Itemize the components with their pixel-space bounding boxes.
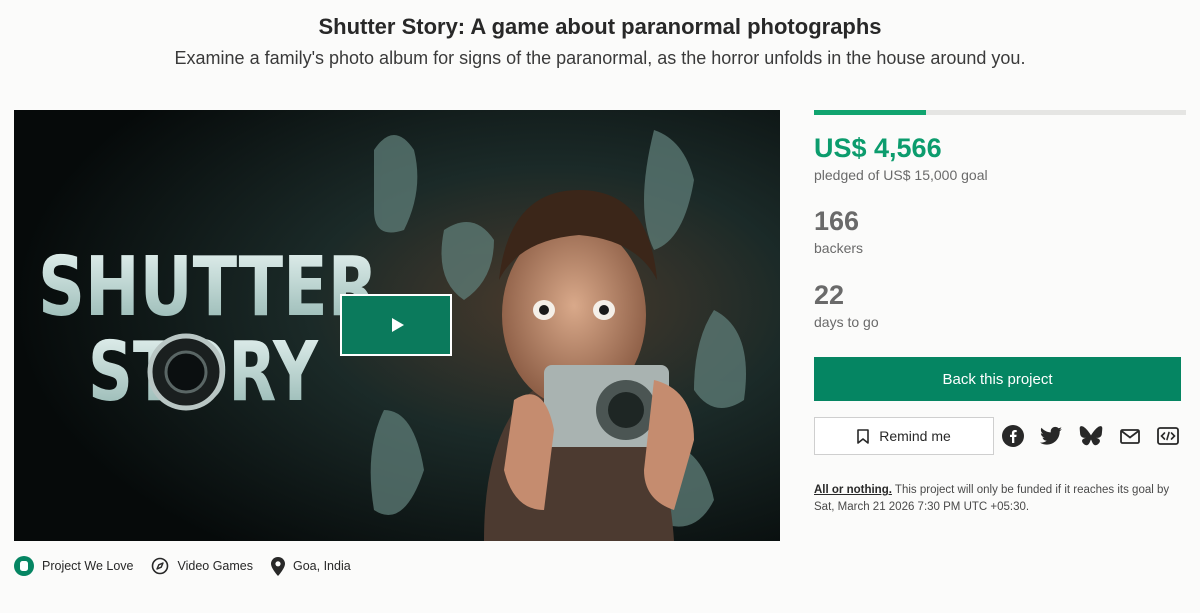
compass-icon [151, 557, 169, 575]
play-button[interactable] [340, 294, 452, 356]
days-to-go-label: days to go [814, 314, 879, 330]
page-subtitle: Examine a family's photo album for signs… [174, 48, 1026, 68]
tag-location[interactable]: Goa, India [271, 556, 351, 576]
backers-label: backers [814, 240, 864, 256]
remind-me-label: Remind me [879, 428, 951, 444]
days-to-go-count: 22 [814, 280, 845, 310]
facebook-icon[interactable] [1001, 424, 1025, 448]
funding-note: All or nothing. This project will only b… [814, 482, 1186, 516]
bookmark-icon [857, 428, 870, 444]
backers-count: 166 [814, 206, 860, 236]
pledged-amount: US$ 4,566 [814, 133, 942, 163]
page-title: Shutter Story: A game about paranormal p… [318, 14, 882, 39]
play-icon [391, 318, 404, 332]
project-tags: Project We Love Video Games Goa, India [14, 556, 369, 576]
back-this-project-button[interactable]: Back this project [814, 357, 1181, 401]
remind-me-button[interactable]: Remind me [814, 417, 994, 455]
tag-label: Video Games [177, 559, 253, 573]
bluesky-icon[interactable] [1079, 424, 1103, 448]
twitter-icon[interactable] [1039, 424, 1063, 448]
embed-icon[interactable] [1156, 424, 1180, 448]
tag-label: Project We Love [42, 559, 134, 573]
funding-progress-bar [814, 110, 1186, 115]
email-icon[interactable] [1118, 424, 1142, 448]
svg-text:SHUTTER: SHUTTER [38, 240, 378, 335]
tag-label: Goa, India [293, 559, 351, 573]
project-video[interactable]: SHUTTER STORY [14, 110, 780, 541]
location-pin-icon [271, 556, 285, 576]
pledged-goal-label: pledged of US$ 15,000 goal [814, 167, 988, 183]
kickstarter-badge-icon [14, 556, 34, 576]
tag-video-games[interactable]: Video Games [151, 557, 253, 575]
tag-project-we-love[interactable]: Project We Love [14, 556, 133, 576]
funding-progress-fill [814, 110, 926, 115]
all-or-nothing-link[interactable]: All or nothing. [814, 484, 892, 496]
